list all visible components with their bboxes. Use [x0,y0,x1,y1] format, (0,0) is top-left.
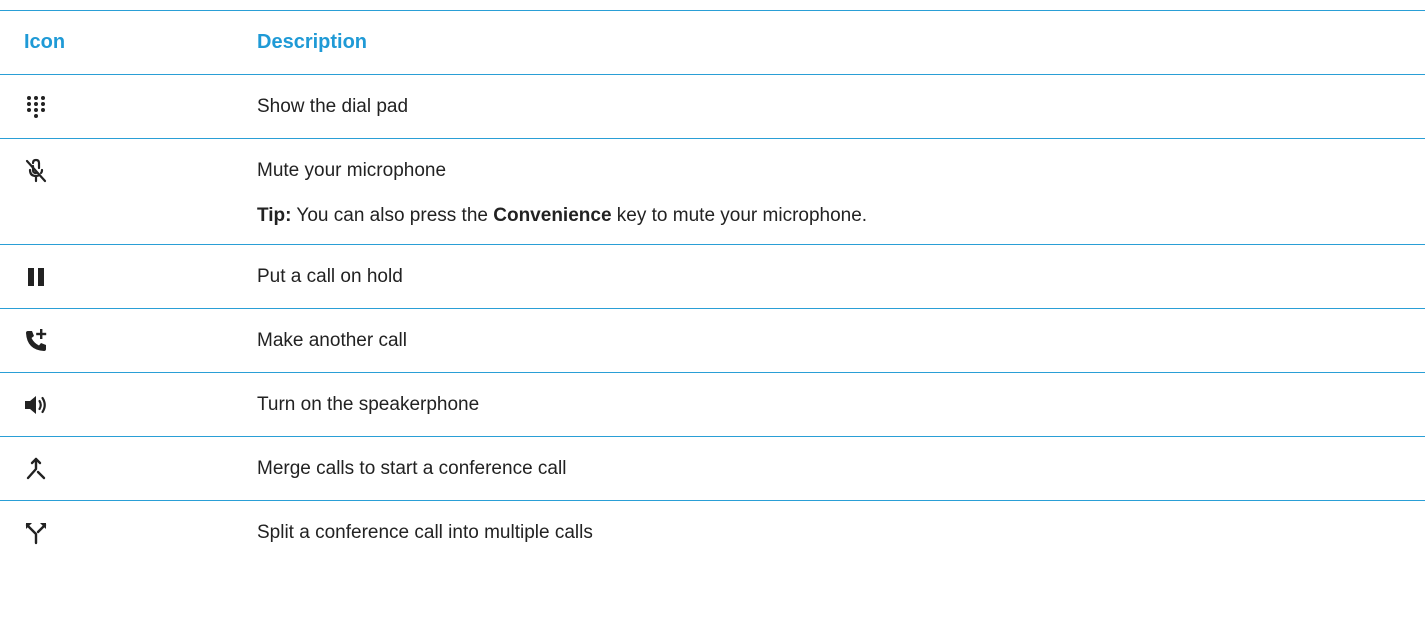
row-description: Merge calls to start a conference call [257,458,567,479]
tip-text-before: You can also press the [291,205,494,226]
table-row: Mute your microphone Tip: You can also p… [0,139,1425,245]
row-description: Split a conference call into multiple ca… [257,522,593,543]
table-row: Put a call on hold [0,245,1425,309]
header-icon: Icon [24,31,66,53]
icon-description-table: Icon Description Show the dial pad Mute … [0,10,1425,565]
add-call-icon [22,327,50,355]
table-row: Merge calls to start a conference call [0,437,1425,501]
split-calls-icon [22,519,50,547]
table-header: Icon Description [0,11,1425,75]
tip-key: Convenience [493,205,612,226]
row-description: Show the dial pad [257,96,409,117]
row-description: Put a call on hold [257,266,403,287]
tip-text-after: key to mute your microphone. [611,205,868,226]
mute-microphone-icon [22,157,50,185]
speakerphone-icon [22,391,50,419]
header-description: Description [257,31,368,53]
row-description: Turn on the speakerphone [257,394,480,415]
table-row: Show the dial pad [0,75,1425,139]
tip-label: Tip: [257,205,292,226]
row-description: Make another call [257,330,407,351]
row-description: Mute your microphone [257,160,447,181]
table-row: Turn on the speakerphone [0,373,1425,437]
pause-icon [22,263,50,291]
table-row: Make another call [0,309,1425,373]
merge-calls-icon [22,455,50,483]
dial-pad-icon [22,93,50,121]
table-row: Split a conference call into multiple ca… [0,501,1425,565]
tip-note: Tip: You can also press the Convenience … [257,204,867,228]
